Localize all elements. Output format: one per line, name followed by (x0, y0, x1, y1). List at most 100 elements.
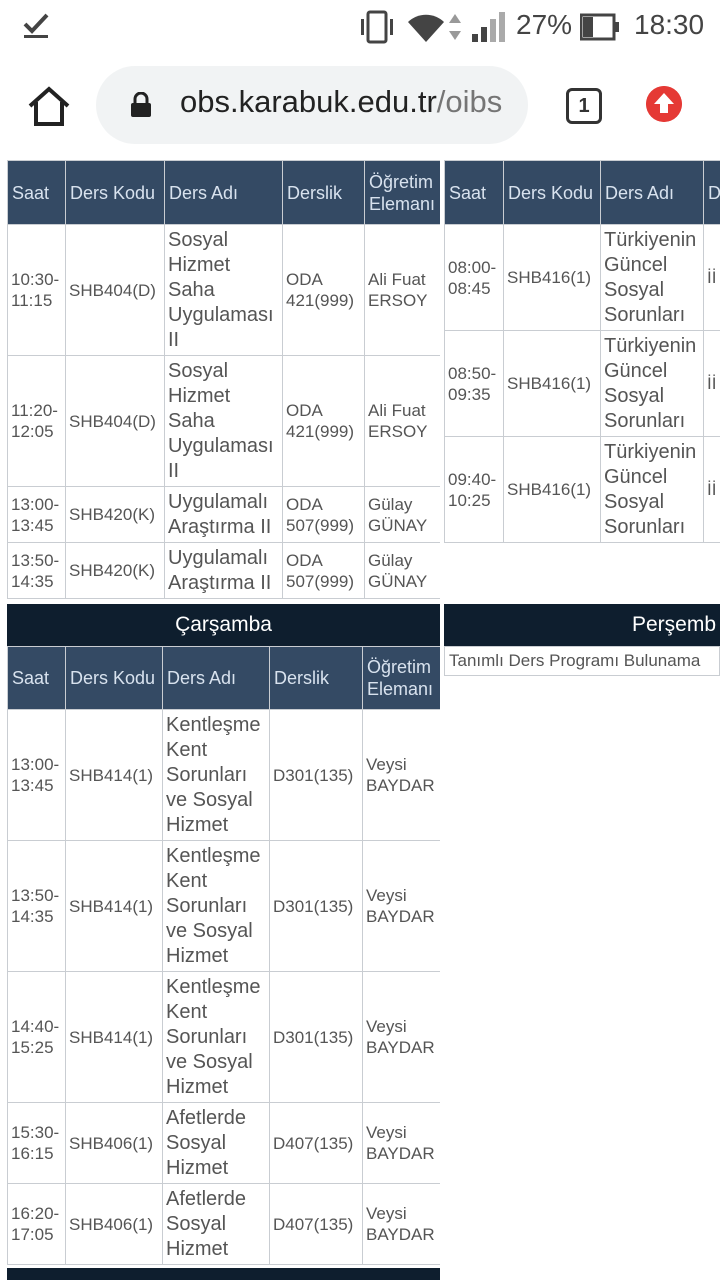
ders-kodu-cell: SHB420(K) (65, 542, 165, 599)
ders-adi-cell: Sosyal Hizmet Saha Uygulaması II (164, 355, 283, 487)
ders-adi-cell: Uygulamalı Araştırma II (164, 486, 283, 543)
ders-adi-cell: Uygulamalı Araştırma II (164, 542, 283, 599)
address-bar[interactable]: obs.karabuk.edu.tr/oibs (96, 66, 528, 144)
derslik-cell: ODA 421(999) (282, 224, 365, 356)
table-row: 10:30-11:15 SHB404(D) Sosyal Hizmet Saha… (7, 224, 440, 356)
saat-cell: 11:20-12:05 (7, 355, 66, 487)
derslik-cell: D301(135) (269, 971, 363, 1103)
ogretim-cell: Gülay GÜNAY (364, 542, 440, 599)
ogretim-cell: Ali Fuat ERSOY (364, 355, 440, 487)
derslik-cell: ODA 421(999) (282, 355, 365, 487)
derslik-cell: D301(135) (269, 840, 363, 972)
saat-cell: 09:40-10:25 (444, 436, 504, 543)
url-text[interactable]: obs.karabuk.edu.tr/oibs (180, 84, 502, 120)
derslik-cell: D407(135) (269, 1102, 363, 1184)
tab-switcher-button[interactable]: 1 (566, 88, 602, 124)
battery-percent: 27% (516, 9, 573, 40)
table-row: 13:00-13:45 SHB420(K) Uygulamalı Araştır… (7, 486, 440, 543)
url-host: obs.karabuk.edu.tr (180, 84, 437, 119)
status-bar: 27% 18:30 (0, 0, 720, 56)
ogretim-cell: Veysi BAYDAR (362, 840, 440, 972)
ders-adi-cell: Sosyal Hizmet Saha Uygulaması II (164, 224, 283, 356)
battery-icon (580, 13, 619, 41)
saat-cell: 16:20-17:05 (7, 1183, 66, 1265)
saat-cell: 08:00-08:45 (444, 224, 504, 331)
day-header: Çarşamba (7, 604, 440, 646)
col-header-derslik: Derslik (282, 160, 365, 225)
browser-toolbar: obs.karabuk.edu.tr/oibs 1 (0, 56, 720, 160)
ders-adi-cell: Türkiyenin Güncel Sosyal Sorunları (600, 330, 704, 437)
url-path: /oibs (436, 84, 503, 119)
ogretim-cell: Gülay GÜNAY (364, 486, 440, 543)
ders-kodu-cell: SHB406(1) (65, 1183, 163, 1265)
table-row: 13:50-14:35 SHB414(1) Kentleşme Kent Sor… (7, 840, 440, 972)
day-header-label: Perşemb (632, 613, 717, 636)
ders-kodu-cell: SHB414(1) (65, 840, 163, 972)
schedule-table-top-right: Saat Ders Kodu Ders Adı D 08:00-08:45 SH… (444, 160, 720, 544)
col-header-ogretim: Öğretim Elemanı (362, 646, 440, 710)
saat-cell: 14:40-15:25 (7, 971, 66, 1103)
derslik-cell: ODA 507(999) (282, 542, 365, 599)
derslik-cell: D301(135) (269, 709, 363, 841)
col-header-ders-kodu: Ders Kodu (503, 160, 601, 225)
derslik-cell: D407(135) (269, 1183, 363, 1265)
table-row: 08:00-08:45 SHB416(1) Türkiyenin Güncel … (444, 224, 720, 331)
update-icon[interactable] (646, 86, 682, 122)
check-icon (23, 13, 49, 38)
table-row: 15:30-16:15 SHB406(1) Afetlerde Sosyal H… (7, 1102, 440, 1184)
ders-kodu-cell: SHB416(1) (503, 436, 601, 543)
schedule-day-persembe: Perşemb Tanımlı Ders Programı Bulunama (444, 604, 720, 684)
ogretim-cell: Veysi BAYDAR (362, 971, 440, 1103)
next-day-header (7, 1268, 440, 1280)
ders-adi-cell: Afetlerde Sosyal Hizmet (162, 1102, 270, 1184)
ders-adi-cell: Afetlerde Sosyal Hizmet (162, 1183, 270, 1265)
derslik-cell: ODA 507(999) (282, 486, 365, 543)
saat-cell: 13:50-14:35 (7, 542, 66, 599)
col-header-ders-adi: Ders Adı (600, 160, 704, 225)
col-header-ogretim: Öğretim Elemanı (364, 160, 440, 225)
ogretim-cell: Veysi BAYDAR (362, 1183, 440, 1265)
saat-cell: 10:30-11:15 (7, 224, 66, 356)
col-header-derslik: Derslik (269, 646, 363, 710)
day-header: Perşemb (444, 604, 720, 646)
ogretim-cell: Veysi BAYDAR (362, 709, 440, 841)
saat-cell: 08:50-09:35 (444, 330, 504, 437)
ders-kodu-cell: SHB420(K) (65, 486, 165, 543)
table-row: 09:40-10:25 SHB416(1) Türkiyenin Güncel … (444, 436, 720, 543)
col-header-saat: Saat (7, 646, 66, 710)
ders-adi-cell: Kentleşme Kent Sorunları ve Sosyal Hizme… (162, 840, 270, 972)
saat-cell: 15:30-16:15 (7, 1102, 66, 1184)
col-header-ders-adi: Ders Adı (162, 646, 270, 710)
ders-adi-cell: Kentleşme Kent Sorunları ve Sosyal Hizme… (162, 709, 270, 841)
home-icon[interactable] (26, 84, 72, 130)
schedule-day-carsamba: Çarşamba Saat Ders Kodu Ders Adı Derslik… (7, 604, 440, 1280)
col-header-cut: D (703, 160, 720, 225)
ders-kodu-cell: SHB416(1) (503, 224, 601, 331)
col-header-ders-kodu: Ders Kodu (65, 160, 165, 225)
derslik-cell: İİ (703, 224, 720, 331)
ders-kodu-cell: SHB404(D) (65, 224, 165, 356)
derslik-cell: İİ (703, 330, 720, 437)
ders-adi-cell: Türkiyenin Güncel Sosyal Sorunları (600, 224, 704, 331)
wifi-icon (408, 14, 444, 43)
schedule-table-top-left: Saat Ders Kodu Ders Adı Derslik Öğretim … (7, 160, 440, 600)
ders-adi-cell: Kentleşme Kent Sorunları ve Sosyal Hizme… (162, 971, 270, 1103)
table-row: 13:50-14:35 SHB420(K) Uygulamalı Araştır… (7, 542, 440, 599)
ders-kodu-cell: SHB414(1) (65, 709, 163, 841)
derslik-cell: İİ (703, 436, 720, 543)
table-row: 14:40-15:25 SHB414(1) Kentleşme Kent Sor… (7, 971, 440, 1103)
lock-icon (131, 92, 151, 117)
ders-kodu-cell: SHB414(1) (65, 971, 163, 1103)
col-header-saat: Saat (444, 160, 504, 225)
col-header-saat: Saat (7, 160, 66, 225)
table-row: 08:50-09:35 SHB416(1) Türkiyenin Güncel … (444, 330, 720, 437)
saat-cell: 13:50-14:35 (7, 840, 66, 972)
table-row: 11:20-12:05 SHB404(D) Sosyal Hizmet Saha… (7, 355, 440, 487)
empty-schedule-note: Tanımlı Ders Programı Bulunama (444, 646, 720, 676)
saat-cell: 13:00-13:45 (7, 486, 66, 543)
vibrate-icon (361, 10, 393, 44)
col-header-ders-kodu: Ders Kodu (65, 646, 163, 710)
ders-adi-cell: Türkiyenin Güncel Sosyal Sorunları (600, 436, 704, 543)
signal-icon (472, 12, 505, 42)
ders-kodu-cell: SHB404(D) (65, 355, 165, 487)
